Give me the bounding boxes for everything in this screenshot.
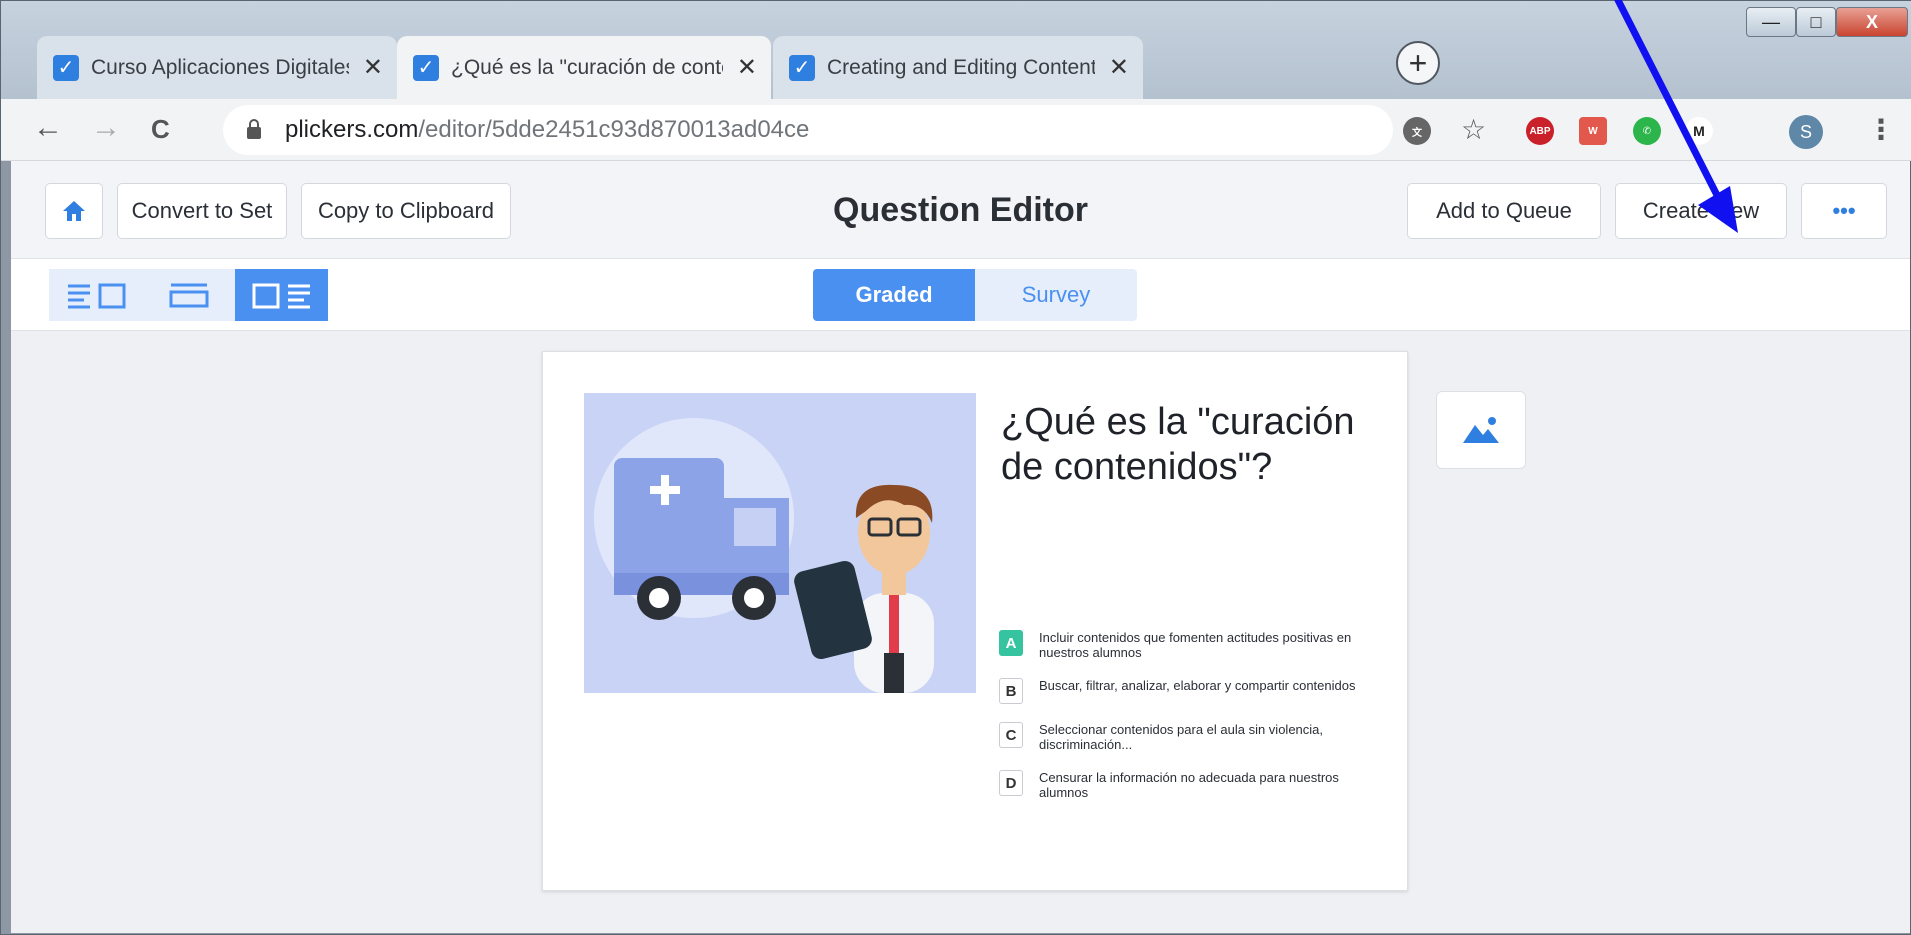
tab-close-icon[interactable]: ✕ — [737, 53, 757, 82]
answer-letter[interactable]: B — [999, 678, 1023, 704]
question-type-toggle: Graded Survey — [813, 269, 1137, 321]
new-tab-button[interactable]: + — [1396, 41, 1440, 85]
plickers-app: Convert to Set Copy to Clipboard Questio… — [11, 161, 1910, 933]
layout-text-image-icon — [67, 283, 125, 309]
answer-text[interactable]: Buscar, filtrar, analizar, elaborar y co… — [1039, 678, 1355, 693]
tab-title: ¿Qué es la "curación de contenid — [451, 55, 723, 79]
url-host: plickers.com — [285, 116, 419, 143]
layout-card-icon — [169, 283, 208, 308]
browser-window: ✓ Curso Aplicaciones Digitales - Pli ✕ ✓… — [0, 0, 1911, 935]
close-window-button[interactable]: X — [1836, 7, 1908, 37]
minimize-button[interactable]: — — [1746, 7, 1796, 37]
reload-icon[interactable]: C — [151, 114, 170, 145]
answer-d[interactable]: D Censurar la información no adecuada pa… — [999, 770, 1389, 800]
answer-text[interactable]: Incluir contenidos que fomenten actitude… — [1039, 630, 1389, 660]
checkbox-favicon-icon: ✓ — [789, 54, 815, 81]
answer-letter[interactable]: C — [999, 722, 1023, 748]
back-icon[interactable]: ← — [33, 111, 63, 145]
layout-image-text-icon — [252, 283, 310, 309]
extension-icon[interactable]: W — [1579, 117, 1607, 145]
answer-text[interactable]: Seleccionar contenidos para el aula sin … — [1039, 722, 1389, 752]
whatsapp-icon[interactable]: ✆ — [1633, 117, 1661, 145]
answer-a[interactable]: A Incluir contenidos que fomenten actitu… — [999, 630, 1389, 660]
checkbox-favicon-icon: ✓ — [53, 54, 79, 81]
image-icon — [1463, 417, 1499, 443]
add-image-button[interactable] — [1436, 391, 1526, 469]
extension-m-icon[interactable]: M — [1685, 117, 1713, 145]
address-bar-row: ← → C plickers.com/editor/5dde2451c93d87… — [1, 99, 1911, 161]
answer-letter[interactable]: D — [999, 770, 1023, 796]
url-path: /editor/5dde2451c93d870013ad04ce — [418, 116, 810, 143]
editor-canvas: ¿Qué es la "curación de contenidos"? A I… — [11, 331, 1910, 933]
question-image[interactable] — [584, 393, 976, 693]
tab-close-icon[interactable]: ✕ — [1109, 53, 1129, 82]
translate-icon[interactable]: 文 — [1403, 117, 1431, 145]
tab-curso[interactable]: ✓ Curso Aplicaciones Digitales - Pli ✕ — [37, 36, 397, 99]
browser-menu-icon[interactable]: ⋮ — [1867, 113, 1895, 146]
adblock-icon[interactable]: ABP — [1526, 117, 1554, 145]
tab-close-icon[interactable]: ✕ — [363, 53, 383, 82]
editor-toolbar: Convert to Set Copy to Clipboard Questio… — [11, 161, 1910, 259]
tab-title: Creating and Editing Content – P — [827, 55, 1095, 79]
tab-strip: ✓ Curso Aplicaciones Digitales - Pli ✕ ✓… — [1, 1, 1911, 99]
layout-image-left-button[interactable] — [235, 269, 328, 321]
answer-text[interactable]: Censurar la información no adecuada para… — [1039, 770, 1389, 800]
layout-image-only-button[interactable] — [142, 269, 235, 321]
answer-b[interactable]: B Buscar, filtrar, analizar, elaborar y … — [999, 678, 1389, 704]
doctor-ambulance-illustration — [594, 418, 934, 693]
forward-icon[interactable]: → — [91, 111, 121, 145]
lock-icon — [247, 119, 261, 139]
editor-subbar: Graded Survey — [11, 259, 1910, 331]
tab-que-es[interactable]: ✓ ¿Qué es la "curación de contenid ✕ — [397, 36, 771, 99]
question-text[interactable]: ¿Qué es la "curación de contenidos"? — [1001, 400, 1381, 490]
tab-title: Curso Aplicaciones Digitales - Pli — [91, 55, 349, 79]
create-new-button[interactable]: Create New — [1615, 183, 1787, 239]
answer-letter-correct[interactable]: A — [999, 630, 1023, 656]
layout-text-left-button[interactable] — [49, 269, 142, 321]
survey-toggle[interactable]: Survey — [975, 269, 1137, 321]
add-to-queue-button[interactable]: Add to Queue — [1407, 183, 1601, 239]
checkbox-favicon-icon: ✓ — [413, 54, 439, 81]
answer-list: A Incluir contenidos que fomenten actitu… — [999, 630, 1389, 818]
graded-toggle[interactable]: Graded — [813, 269, 975, 321]
tab-creating[interactable]: ✓ Creating and Editing Content – P ✕ — [773, 36, 1143, 99]
maximize-button[interactable]: □ — [1796, 7, 1836, 37]
avatar[interactable]: S — [1789, 115, 1823, 149]
more-options-button[interactable]: ••• — [1801, 183, 1887, 239]
star-icon[interactable]: ☆ — [1461, 113, 1486, 146]
question-slide: ¿Qué es la "curación de contenidos"? A I… — [542, 351, 1408, 891]
url-input[interactable]: plickers.com/editor/5dde2451c93d870013ad… — [223, 105, 1393, 155]
answer-c[interactable]: C Seleccionar contenidos para el aula si… — [999, 722, 1389, 752]
layout-selector — [49, 269, 328, 321]
